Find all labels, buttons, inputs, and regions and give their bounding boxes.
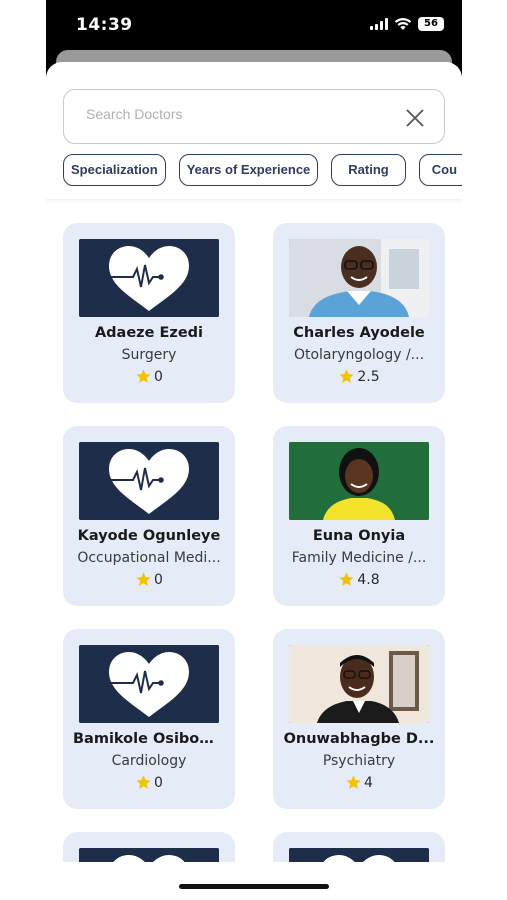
heart-pulse-icon [79, 442, 219, 520]
star-icon [136, 572, 151, 586]
status-bar: 14:39 56 [46, 0, 462, 50]
doctor-specialization: Cardiology [111, 753, 187, 769]
status-icons: 56 [370, 17, 444, 31]
doctor-card[interactable]: Euna Onyia Family Medicine /... 4.8 [273, 426, 445, 606]
heart-pulse-icon [79, 239, 219, 317]
doctor-specialization: Otolaryngology /... [293, 347, 425, 363]
close-icon[interactable] [404, 107, 426, 129]
phone-frame: 14:39 56 Specialization Years of Experie [46, 0, 462, 900]
battery-icon: 56 [418, 17, 444, 31]
doctor-specialization: Surgery [121, 347, 177, 363]
rating-value: 4 [364, 774, 373, 791]
star-icon [339, 369, 354, 383]
doctor-name: Kayode Ogunleye [77, 528, 221, 544]
filter-years-of-experience[interactable]: Years of Experience [178, 154, 319, 186]
doctor-rating: 0 [63, 774, 235, 791]
doctor-rating: 4.8 [273, 571, 445, 588]
doctor-card[interactable]: Charles Ayodele Otolaryngology /... 2.5 [273, 223, 445, 403]
doctor-card[interactable]: Bamikole Osibow... Cardiology 0 [63, 629, 235, 809]
filter-chip-bar: Specialization Years of Experience Ratin… [46, 147, 462, 199]
star-icon [136, 775, 151, 789]
rating-value: 2.5 [357, 368, 380, 385]
filter-specialization[interactable]: Specialization [63, 154, 166, 186]
doctor-card[interactable]: Adaeze Ezedi Surgery 0 [63, 223, 235, 403]
doctor-card[interactable]: Kayode Ogunleye Occupational Medi... 0 [63, 426, 235, 606]
doctor-rating: 4 [273, 774, 445, 791]
rating-value: 0 [154, 571, 163, 588]
search-input[interactable] [86, 106, 386, 122]
doctor-name: Adaeze Ezedi [94, 325, 204, 341]
wifi-icon [394, 18, 412, 30]
search-box [63, 89, 445, 144]
doctor-rating: 2.5 [273, 368, 445, 385]
star-icon [346, 775, 361, 789]
heart-pulse-icon [79, 645, 219, 723]
status-time: 14:39 [76, 15, 133, 35]
filter-rating[interactable]: Rating [331, 154, 406, 186]
rating-value: 4.8 [357, 571, 380, 588]
divider [46, 199, 462, 203]
home-indicator[interactable] [179, 884, 329, 889]
doctor-specialization: Psychiatry [322, 753, 396, 769]
filter-country[interactable]: Cou [418, 154, 462, 186]
cellular-signal-icon [370, 18, 388, 30]
doctor-rating: 0 [63, 571, 235, 588]
rating-value: 0 [154, 368, 163, 385]
doctor-photo [289, 239, 429, 317]
rating-value: 0 [154, 774, 163, 791]
doctor-name: Charles Ayodele [293, 325, 425, 341]
doctor-name: Bamikole Osibow... [73, 731, 229, 747]
doctor-photo [289, 442, 429, 520]
doctor-specialization: Occupational Medi... [77, 550, 221, 566]
star-icon [136, 369, 151, 383]
doctor-photo [289, 645, 429, 723]
star-icon [339, 572, 354, 586]
bottom-bar [46, 862, 462, 900]
doctor-rating: 0 [63, 368, 235, 385]
doctor-name: Euna Onyia [312, 528, 406, 544]
doctor-name: Onuwabhagbe D... [283, 731, 435, 747]
doctor-card[interactable]: Onuwabhagbe D... Psychiatry 4 [273, 629, 445, 809]
doctor-search-sheet: Specialization Years of Experience Ratin… [46, 62, 462, 900]
doctor-specialization: Family Medicine /... [291, 550, 427, 566]
